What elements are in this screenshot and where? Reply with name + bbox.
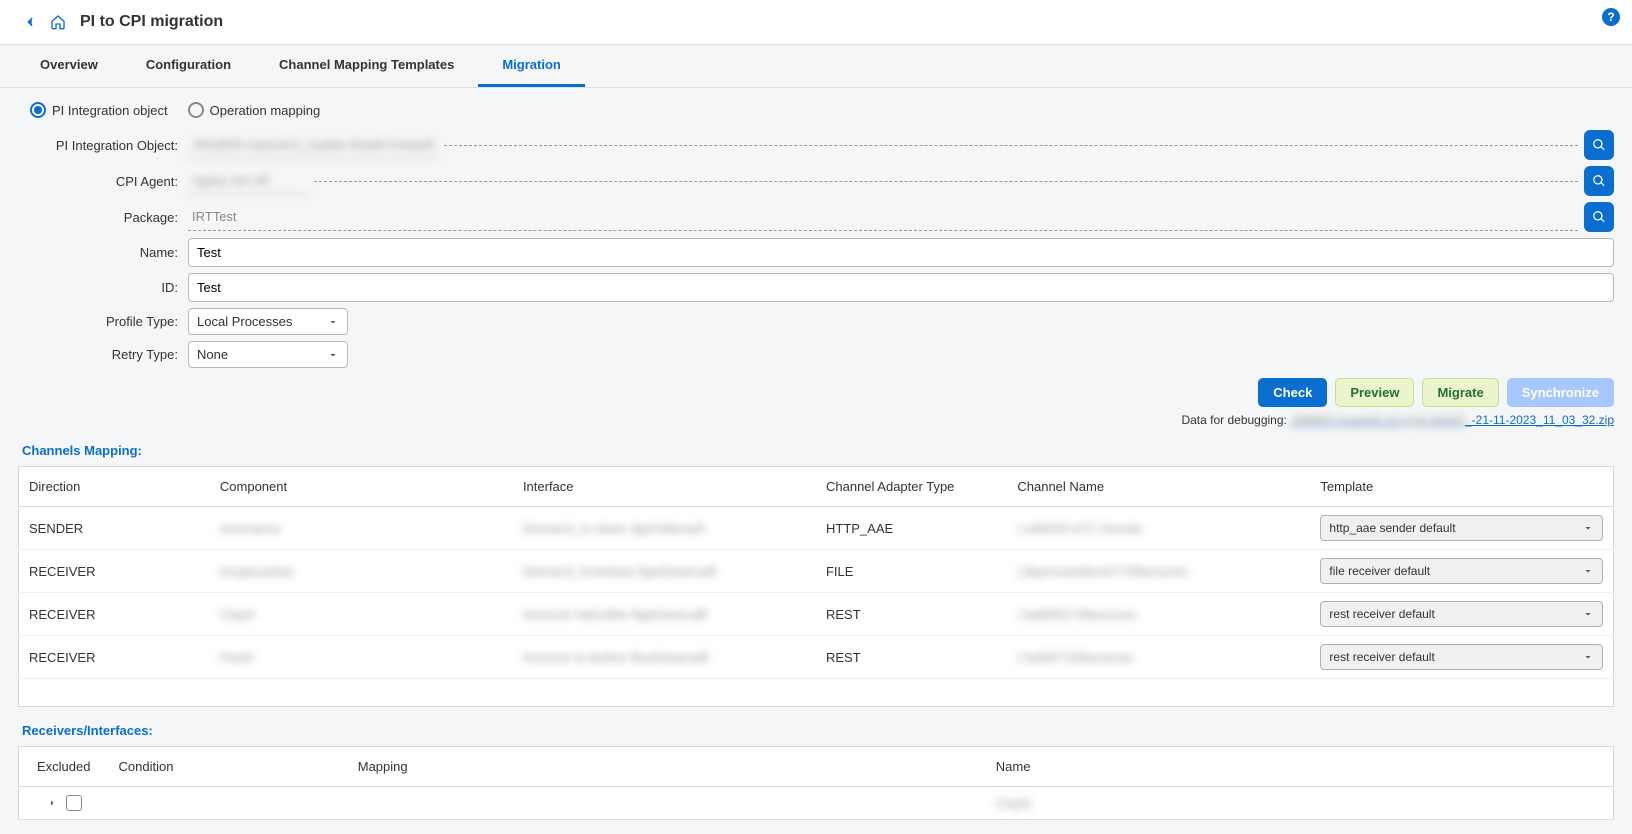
cell-direction: RECEIVER xyxy=(19,636,210,679)
tab-bar: Overview Configuration Channel Mapping T… xyxy=(0,45,1632,88)
table-row: RECEIVERtmojarusdowDemwc3_froAsbow figwD… xyxy=(19,550,1614,593)
cell-interface: Inmovck & darihre flwsDsiwruaff xyxy=(513,636,816,679)
profile-type-value: Local Processes xyxy=(197,314,292,329)
id-label: ID: xyxy=(18,280,188,295)
cell-component: Chpt3 xyxy=(210,593,513,636)
debug-row: Data for debugging: J09MPh fcuamifu af n… xyxy=(18,413,1614,427)
debug-link[interactable]: J09MPh fcuamifu af nygit phi023_-21-11-2… xyxy=(1291,413,1614,427)
cell-adapter: REST xyxy=(816,636,1007,679)
radio-om-label: Operation mapping xyxy=(210,103,321,118)
cell-interface: Inmovck haDclMw figeDsiwruaff xyxy=(513,593,816,636)
synchronize-button[interactable]: Synchronize xyxy=(1507,378,1614,407)
pi-integration-object-search-button[interactable] xyxy=(1584,130,1614,160)
retry-type-select[interactable]: None xyxy=(188,341,348,368)
cell-channel-name: | fad0823 Dfiarssnse xyxy=(1007,593,1310,636)
cell-channel-name: | nd0028 wTC thesdw xyxy=(1007,507,1310,550)
col-adapter: Channel Adapter Type xyxy=(816,467,1007,507)
col-direction: Direction xyxy=(19,467,210,507)
package-label: Package: xyxy=(18,210,188,225)
page-title: PI to CPI migration xyxy=(80,13,223,31)
channels-mapping-title: Channels Mapping: xyxy=(22,443,1614,458)
template-select[interactable]: rest receiver default xyxy=(1320,601,1603,627)
retry-type-value: None xyxy=(197,347,228,362)
radio-pi-label: PI Integration object xyxy=(52,103,168,118)
home-button[interactable] xyxy=(44,8,72,36)
receivers-interfaces-title: Receivers/Interfaces: xyxy=(22,723,1614,738)
col-interface: Interface xyxy=(513,467,816,507)
cell-channel-name: | fad0071Dfiarssnse xyxy=(1007,636,1310,679)
radio-operation-mapping[interactable]: Operation mapping xyxy=(188,102,321,118)
cpi-agent-search-button[interactable] xyxy=(1584,166,1614,196)
col-mapping: Mapping xyxy=(348,747,986,787)
table-row: SENDERresonanceDemwc3_m nkwe JigsOdiesrp… xyxy=(19,507,1614,550)
receivers-interfaces-table: Excluded Condition Mapping Name Chpt3 xyxy=(18,746,1614,820)
cpi-agent-label: CPI Agent: xyxy=(18,174,188,189)
package-input[interactable] xyxy=(188,203,1578,231)
tab-configuration[interactable]: Configuration xyxy=(122,45,255,87)
cell-component: resonance xyxy=(210,507,513,550)
debug-label: Data for debugging: xyxy=(1181,413,1286,427)
retry-type-label: Retry Type: xyxy=(18,347,188,362)
cell-adapter: FILE xyxy=(816,550,1007,593)
debug-link-tail: _-21-11-2023_11_03_32.zip xyxy=(1465,413,1614,427)
col-template: Template xyxy=(1310,467,1613,507)
profile-type-select[interactable]: Local Processes xyxy=(188,308,348,335)
cell-direction: RECEIVER xyxy=(19,550,210,593)
back-button[interactable] xyxy=(16,8,44,36)
col-rcv-name: Name xyxy=(986,747,1614,787)
table-row: RECEIVERChpt3Inmovck haDclMw figeDsiwrua… xyxy=(19,593,1614,636)
col-channel-name: Channel Name xyxy=(1007,467,1310,507)
cell-condition xyxy=(109,787,348,820)
action-buttons: Check Preview Migrate Synchronize xyxy=(18,378,1614,407)
tab-migration[interactable]: Migration xyxy=(478,45,585,87)
cell-channel-name: | Bqsmoweifsm077Dfiarssnes xyxy=(1007,550,1310,593)
cell-direction: RECEIVER xyxy=(19,593,210,636)
cpi-agent-input[interactable] xyxy=(188,167,308,195)
expand-icon[interactable] xyxy=(46,797,58,809)
template-select[interactable]: file receiver default xyxy=(1320,558,1603,584)
radio-pi-integration-object[interactable]: PI Integration object xyxy=(30,102,168,118)
cell-mapping xyxy=(348,787,986,820)
channels-mapping-table: Direction Component Interface Channel Ad… xyxy=(18,466,1614,707)
name-input[interactable] xyxy=(188,238,1614,267)
excluded-checkbox[interactable] xyxy=(66,795,82,811)
pi-integration-object-input[interactable] xyxy=(188,131,438,159)
cell-component: Feet3 xyxy=(210,636,513,679)
col-excluded: Excluded xyxy=(19,747,109,787)
col-condition: Condition xyxy=(109,747,348,787)
package-search-button[interactable] xyxy=(1584,202,1614,232)
pi-integration-object-label: PI Integration Object: xyxy=(18,138,188,153)
cell-interface: Demwc3_m nkwe JigsOdiesrp5 xyxy=(513,507,816,550)
topbar: PI to CPI migration ? xyxy=(0,0,1632,45)
table-row: Chpt3 xyxy=(19,787,1614,820)
help-icon[interactable]: ? xyxy=(1602,8,1620,26)
template-select[interactable]: http_aae sender default xyxy=(1320,515,1603,541)
cell-direction: SENDER xyxy=(19,507,210,550)
col-component: Component xyxy=(210,467,513,507)
cell-adapter: REST xyxy=(816,593,1007,636)
cell-adapter: HTTP_AAE xyxy=(816,507,1007,550)
tab-overview[interactable]: Overview xyxy=(16,45,122,87)
preview-button[interactable]: Preview xyxy=(1335,378,1414,407)
cell-component: tmojarusdow xyxy=(210,550,513,593)
debug-link-blur: J09MPh fcuamifu af nygit phi023 xyxy=(1291,413,1465,427)
cell-interface: Demwc3_froAsbow figwDsiwruaff xyxy=(513,550,816,593)
migrate-button[interactable]: Migrate xyxy=(1422,378,1498,407)
template-select[interactable]: rest receiver default xyxy=(1320,644,1603,670)
table-row: RECEIVERFeet3Inmovck & darihre flwsDsiwr… xyxy=(19,636,1614,679)
name-label: Name: xyxy=(18,245,188,260)
id-input[interactable] xyxy=(188,273,1614,302)
tab-channel-mapping-templates[interactable]: Channel Mapping Templates xyxy=(255,45,478,87)
cell-rcv-name: Chpt3 xyxy=(986,787,1614,820)
object-type-radio-group: PI Integration object Operation mapping xyxy=(18,102,1614,118)
profile-type-label: Profile Type: xyxy=(18,314,188,329)
check-button[interactable]: Check xyxy=(1258,378,1327,407)
